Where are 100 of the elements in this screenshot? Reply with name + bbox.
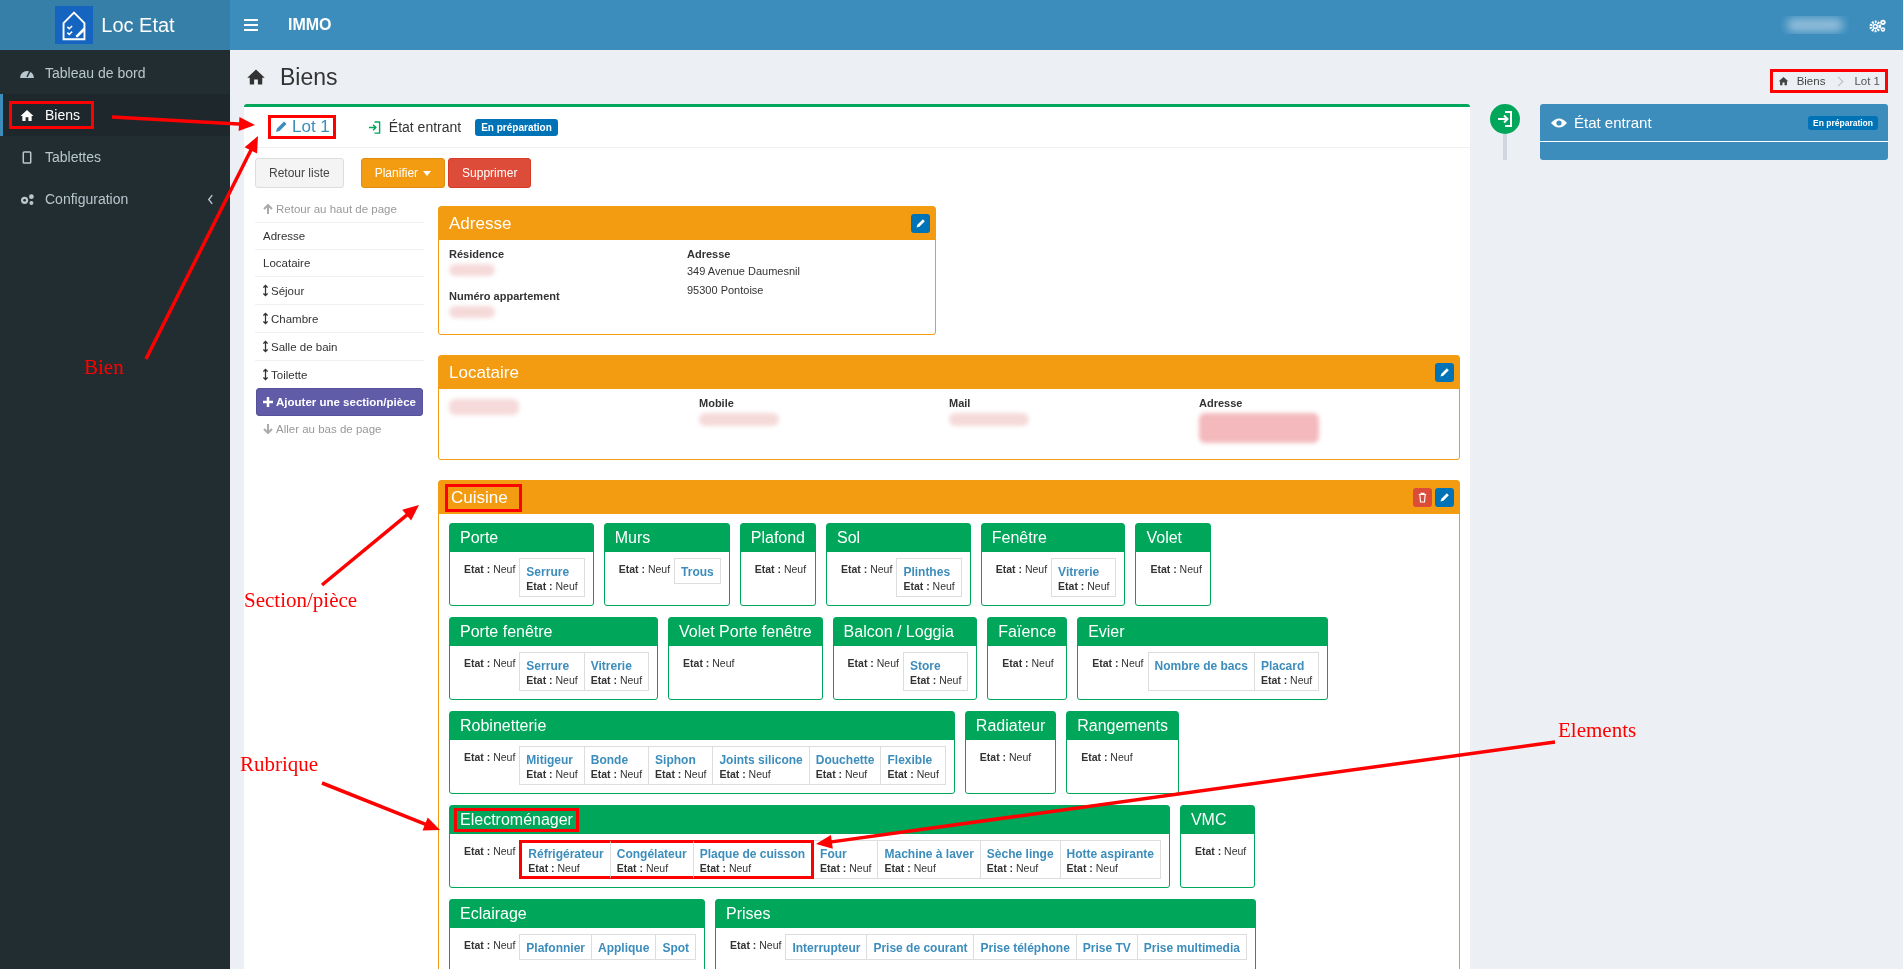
category-title[interactable]: Evier [1082, 620, 1131, 644]
category-title[interactable]: Faïence [992, 620, 1063, 644]
category-title[interactable]: Fenêtre [985, 526, 1053, 550]
condition-text: Etat : Neuf [464, 844, 516, 857]
back-to-top-link[interactable]: Retour au haut de page [255, 196, 424, 222]
element-name[interactable]: Plafonnier [526, 938, 586, 955]
element-name[interactable]: Spot [662, 938, 690, 955]
condition-text: Etat : Neuf [1150, 562, 1202, 575]
category-title[interactable]: VMC [1184, 808, 1233, 832]
sidebar-item[interactable]: Tableau de bord [0, 52, 230, 94]
category-title[interactable]: Radiateur [969, 714, 1052, 738]
element-name[interactable]: Machine à laver [884, 844, 974, 861]
category-title[interactable]: Volet Porte fenêtre [673, 620, 818, 644]
section-link[interactable]: Séjour [255, 276, 424, 304]
add-section-button[interactable]: Ajouter une section/pièce [256, 388, 423, 416]
element-name[interactable]: Plaque de cuisson [699, 844, 806, 861]
condition-text: Etat : Neuf [847, 656, 899, 669]
condition-text: Etat : Neuf [884, 861, 937, 874]
menu-icon[interactable] [244, 19, 258, 31]
address-line: 95300 Pontoise [687, 282, 765, 298]
element-name[interactable]: Congélateur [616, 844, 687, 861]
section-link[interactable]: Adresse [255, 222, 424, 249]
condition-text: Etat : Neuf [1058, 579, 1110, 592]
element-name[interactable]: Serrure [526, 562, 578, 579]
element-name[interactable]: Applique [598, 938, 650, 955]
lot-link[interactable]: Lot 1 [268, 115, 336, 139]
sign-in-icon [1490, 104, 1520, 134]
condition-text: Etat : Neuf [526, 579, 578, 592]
sidebar-item[interactable]: Biens [0, 94, 230, 136]
element-name[interactable]: Vitrerie [590, 656, 643, 673]
breadcrumb-item[interactable]: Biens [1796, 75, 1826, 87]
pencil-icon [915, 218, 926, 229]
page-title: Biens [280, 63, 338, 91]
arrow-down-icon [263, 424, 273, 434]
condition-text: Etat : Neuf [1194, 844, 1247, 857]
element-name[interactable]: Four [820, 844, 872, 861]
element-name[interactable]: Mitigeur [526, 750, 578, 767]
address-line: 349 Avenue Daumesnil [687, 264, 801, 279]
sidebar-item[interactable]: Configuration [0, 178, 230, 220]
element-name[interactable]: Sèche linge [986, 844, 1054, 861]
category-title[interactable]: Robinetterie [454, 714, 553, 738]
section-link[interactable]: Salle de bain [255, 332, 424, 360]
category-title[interactable]: Porte fenêtre [454, 620, 559, 644]
element-name[interactable]: Placard [1260, 656, 1313, 673]
element-name[interactable]: Bonde [590, 750, 643, 767]
category-title[interactable]: Sol [831, 526, 867, 550]
category-title[interactable]: Rangements [1071, 714, 1174, 738]
action-button[interactable]: Retour liste [255, 158, 344, 188]
panel-title: Cuisine [445, 483, 522, 512]
element-name[interactable]: Douchette [815, 750, 875, 767]
element-name[interactable]: Serrure [526, 656, 578, 673]
condition-text: Etat : Neuf [986, 861, 1040, 874]
condition-text: Etat : Neuf [820, 861, 872, 874]
field-label: Mobile [699, 397, 735, 409]
element-name[interactable]: Plinthes [903, 562, 955, 579]
action-button[interactable]: Planifier [360, 158, 446, 188]
element-name[interactable]: Prise téléphone [980, 938, 1070, 955]
element-name[interactable]: Prise de courant [873, 938, 968, 955]
element-name[interactable]: Store [909, 656, 962, 673]
delete-button[interactable] [1413, 488, 1432, 507]
edit-button[interactable] [911, 214, 930, 233]
condition-text: Etat : Neuf [618, 562, 671, 575]
element-name[interactable]: Prise TV [1082, 938, 1131, 955]
element-name[interactable]: Hotte aspirante [1066, 844, 1154, 861]
category-title[interactable]: Eclairage [454, 902, 533, 926]
brand-name: Loc Etat [101, 13, 175, 37]
condition-text: Etat : Neuf [526, 767, 578, 780]
condition-text: Etat : Neuf [464, 656, 516, 669]
element-name[interactable]: Réfrigérateur [528, 844, 604, 861]
condition-text: Etat : Neuf [699, 861, 753, 874]
element-name[interactable]: Joints silicone [719, 750, 803, 767]
category-title[interactable]: Prises [720, 902, 777, 926]
condition-text: Etat : Neuf [464, 750, 516, 763]
category-title[interactable]: Murs [608, 526, 657, 550]
sidebar-item[interactable]: Tablettes [0, 136, 230, 178]
field-label: Résidence [449, 248, 506, 260]
category-title[interactable]: Volet [1140, 526, 1189, 550]
element-name[interactable]: Nombre de bacs [1154, 656, 1248, 673]
element-name[interactable]: Siphon [655, 750, 707, 767]
element-name[interactable]: Flexible [887, 750, 939, 767]
annotation-label: Elements [1558, 718, 1637, 743]
plus-icon [263, 397, 273, 407]
category-title[interactable]: Porte [454, 526, 505, 550]
element-name[interactable]: Trous [681, 562, 714, 579]
element-name[interactable]: Vitrerie [1058, 562, 1110, 579]
go-to-bottom-link[interactable]: Aller au bas de page [255, 416, 424, 442]
section-link[interactable]: Chambre [255, 304, 424, 332]
category-title[interactable]: Electroménager [454, 808, 579, 832]
edit-button[interactable] [1435, 363, 1454, 382]
brand-logo[interactable]: Loc Etat [0, 0, 230, 50]
element-name[interactable]: Prise multimedia [1143, 938, 1240, 955]
pencil-icon [1439, 367, 1450, 378]
action-button[interactable]: Supprimer [448, 158, 532, 188]
edit-button[interactable] [1435, 488, 1454, 507]
vertical-arrows-icon [263, 368, 268, 381]
category-title[interactable]: Balcon / Loggia [837, 620, 960, 644]
settings-icon[interactable] [1869, 17, 1887, 33]
category-title[interactable]: Plafond [744, 526, 811, 550]
section-link[interactable]: Locataire [255, 249, 424, 276]
element-name[interactable]: Interrupteur [792, 938, 861, 955]
